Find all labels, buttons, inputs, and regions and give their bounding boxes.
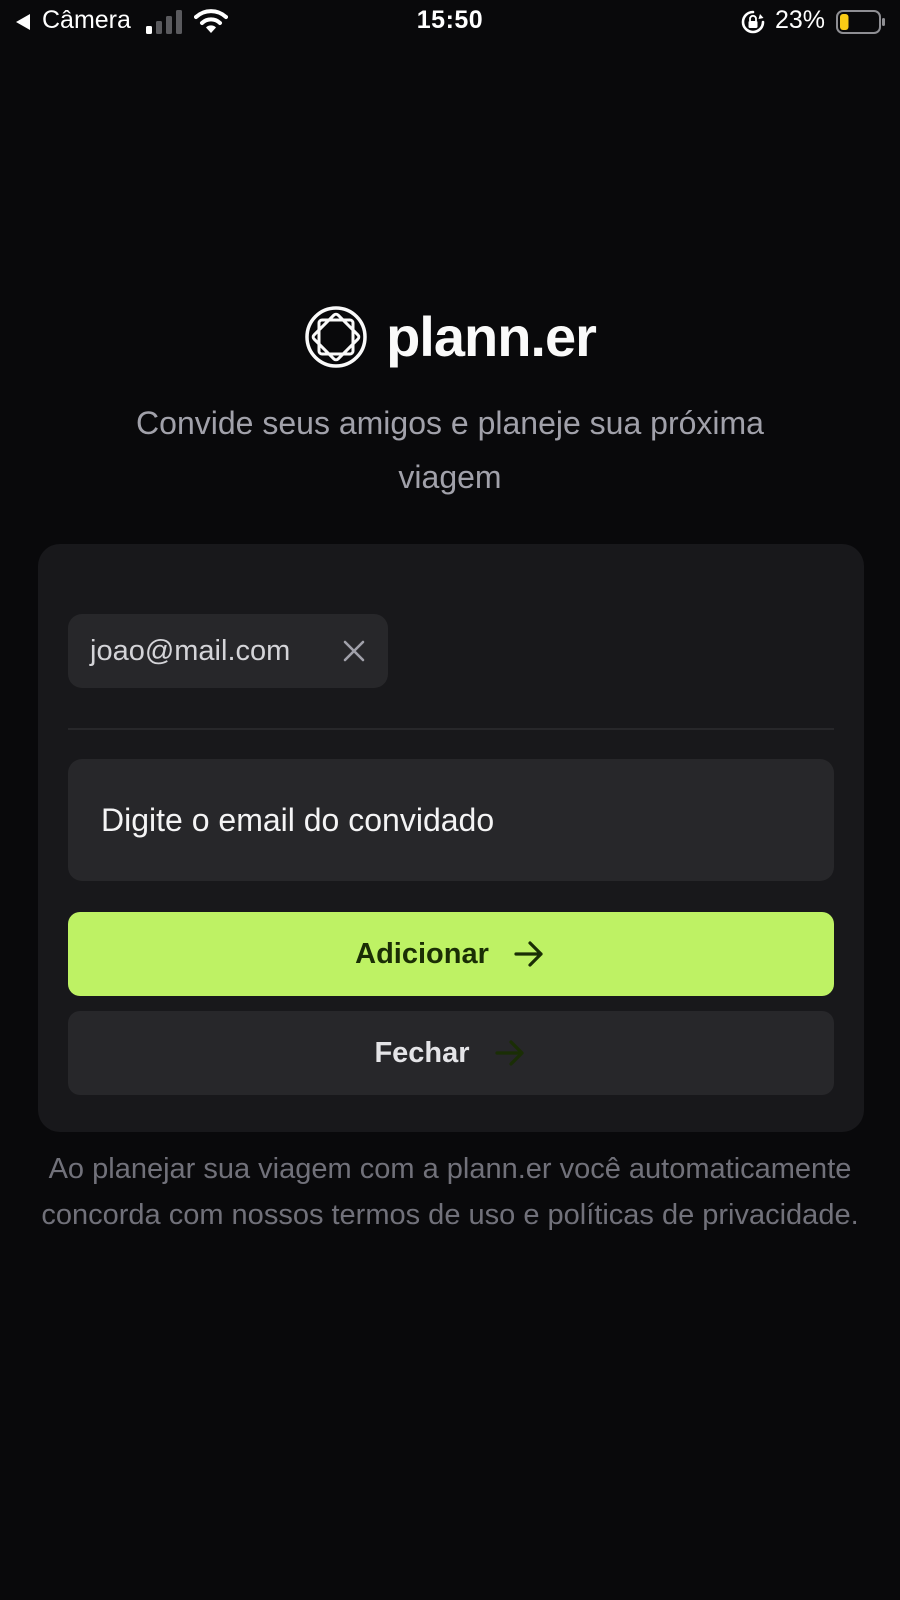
arrow-right-icon xyxy=(494,1040,524,1066)
email-field-container xyxy=(68,759,834,881)
guest-email-input[interactable] xyxy=(68,759,834,881)
invite-guests-card: joao@mail.com Adicionar Fechar xyxy=(38,544,864,1132)
orientation-lock-icon xyxy=(741,10,765,34)
app-name: plann.er xyxy=(386,305,597,368)
brand-header: plann.er xyxy=(0,304,900,369)
guest-chip: joao@mail.com xyxy=(68,614,388,688)
terms-notice: Ao planejar sua viagem com a plann.er vo… xyxy=(41,1153,859,1231)
battery-icon xyxy=(836,10,885,34)
status-bar: Câmera 15:50 23% xyxy=(0,0,900,46)
app-screen: Câmera 15:50 23% plann.er Convide seus a… xyxy=(0,0,900,1600)
guest-email: joao@mail.com xyxy=(90,634,291,667)
add-guest-button[interactable]: Adicionar xyxy=(68,912,834,996)
add-button-label: Adicionar xyxy=(355,937,489,970)
arrow-right-icon xyxy=(514,941,543,967)
close-button-label: Fechar xyxy=(374,1036,470,1069)
battery-percent: 23% xyxy=(775,6,826,34)
close-icon[interactable] xyxy=(342,639,366,663)
divider xyxy=(68,728,834,730)
close-button[interactable]: Fechar xyxy=(68,1011,834,1095)
tagline: Convide seus amigos e planeje sua próxim… xyxy=(136,405,764,495)
plann-er-logo-icon xyxy=(305,305,367,368)
